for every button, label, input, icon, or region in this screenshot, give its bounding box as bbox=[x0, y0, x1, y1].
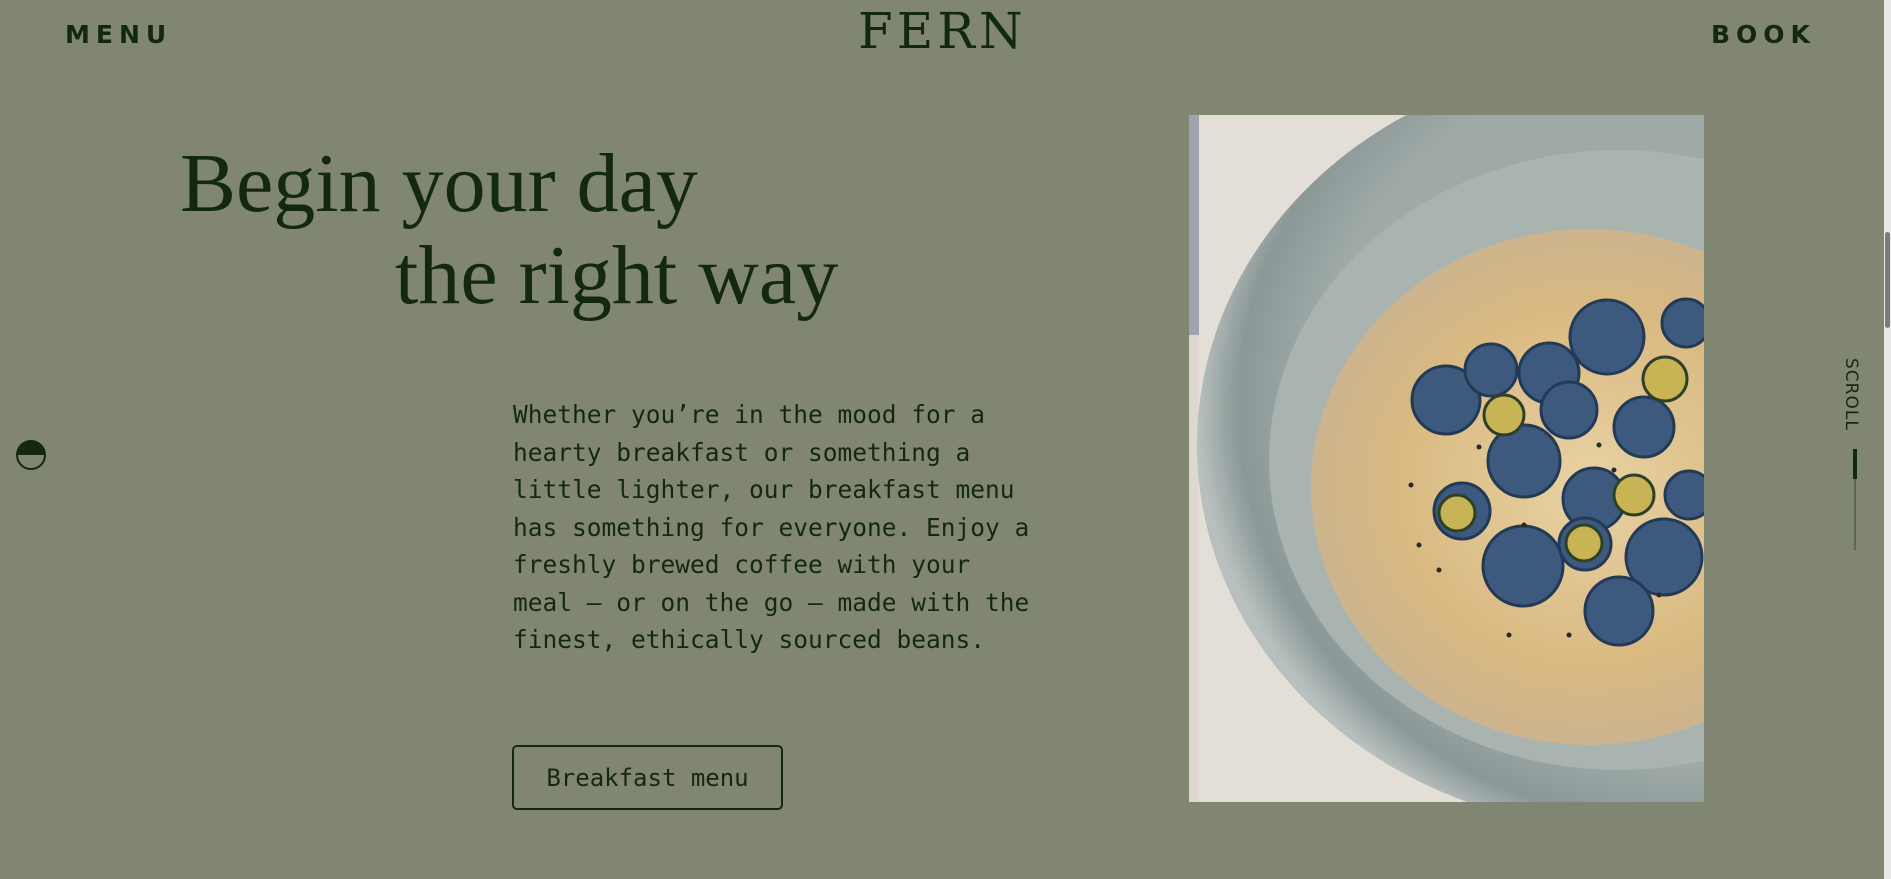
browser-scrollbar-track[interactable] bbox=[1884, 0, 1891, 879]
theme-toggle-icon[interactable] bbox=[16, 440, 46, 470]
fern-logo[interactable]: FERN bbox=[858, 6, 1027, 56]
browser-scrollbar-thumb[interactable] bbox=[1885, 232, 1890, 328]
headline-line-1: Begin your day bbox=[180, 137, 698, 230]
hero-headline: Begin your day the right way bbox=[180, 138, 838, 322]
porridge-photo bbox=[1189, 115, 1704, 802]
scroll-label: SCROLL bbox=[1841, 358, 1861, 431]
book-link[interactable]: BOOK bbox=[1711, 20, 1816, 49]
scroll-progress-indicator bbox=[1853, 449, 1857, 479]
porridge-bowl-image bbox=[1189, 115, 1704, 802]
hero-description: Whether you’re in the mood for a hearty … bbox=[513, 400, 1030, 654]
breakfast-menu-button[interactable]: Breakfast menu bbox=[512, 745, 783, 810]
menu-link[interactable]: MENU bbox=[65, 20, 172, 49]
headline-line-2: the right way bbox=[395, 229, 839, 322]
